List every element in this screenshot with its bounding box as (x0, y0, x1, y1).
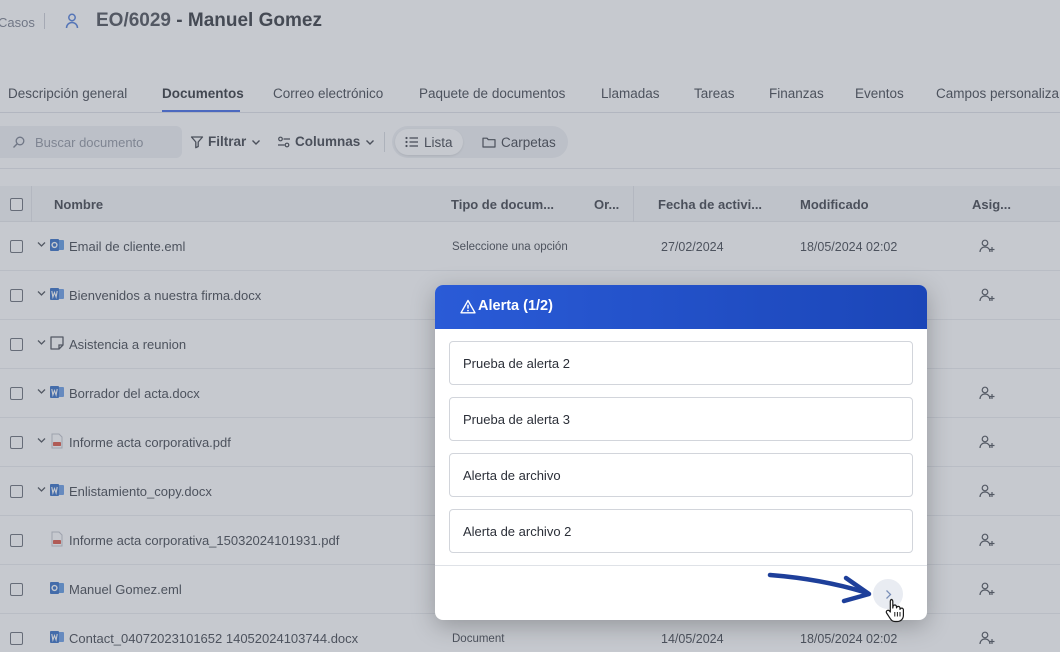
modal-header: Alerta (1/2) (435, 285, 927, 329)
alert-item: Prueba de alerta 3 (449, 397, 913, 441)
annotation-arrow-icon (767, 572, 872, 604)
alert-item: Alerta de archivo (449, 453, 913, 497)
alert-item: Alerta de archivo 2 (449, 509, 913, 553)
hand-cursor-icon (885, 598, 904, 623)
alert-text: Alerta de archivo (463, 468, 561, 483)
warning-icon (460, 299, 476, 314)
modal-title: Alerta (1/2) (478, 298, 553, 314)
alert-item: Prueba de alerta 2 (449, 341, 913, 385)
alert-text: Prueba de alerta 2 (463, 356, 570, 371)
alert-text: Prueba de alerta 3 (463, 412, 570, 427)
alert-text: Alerta de archivo 2 (463, 524, 572, 539)
